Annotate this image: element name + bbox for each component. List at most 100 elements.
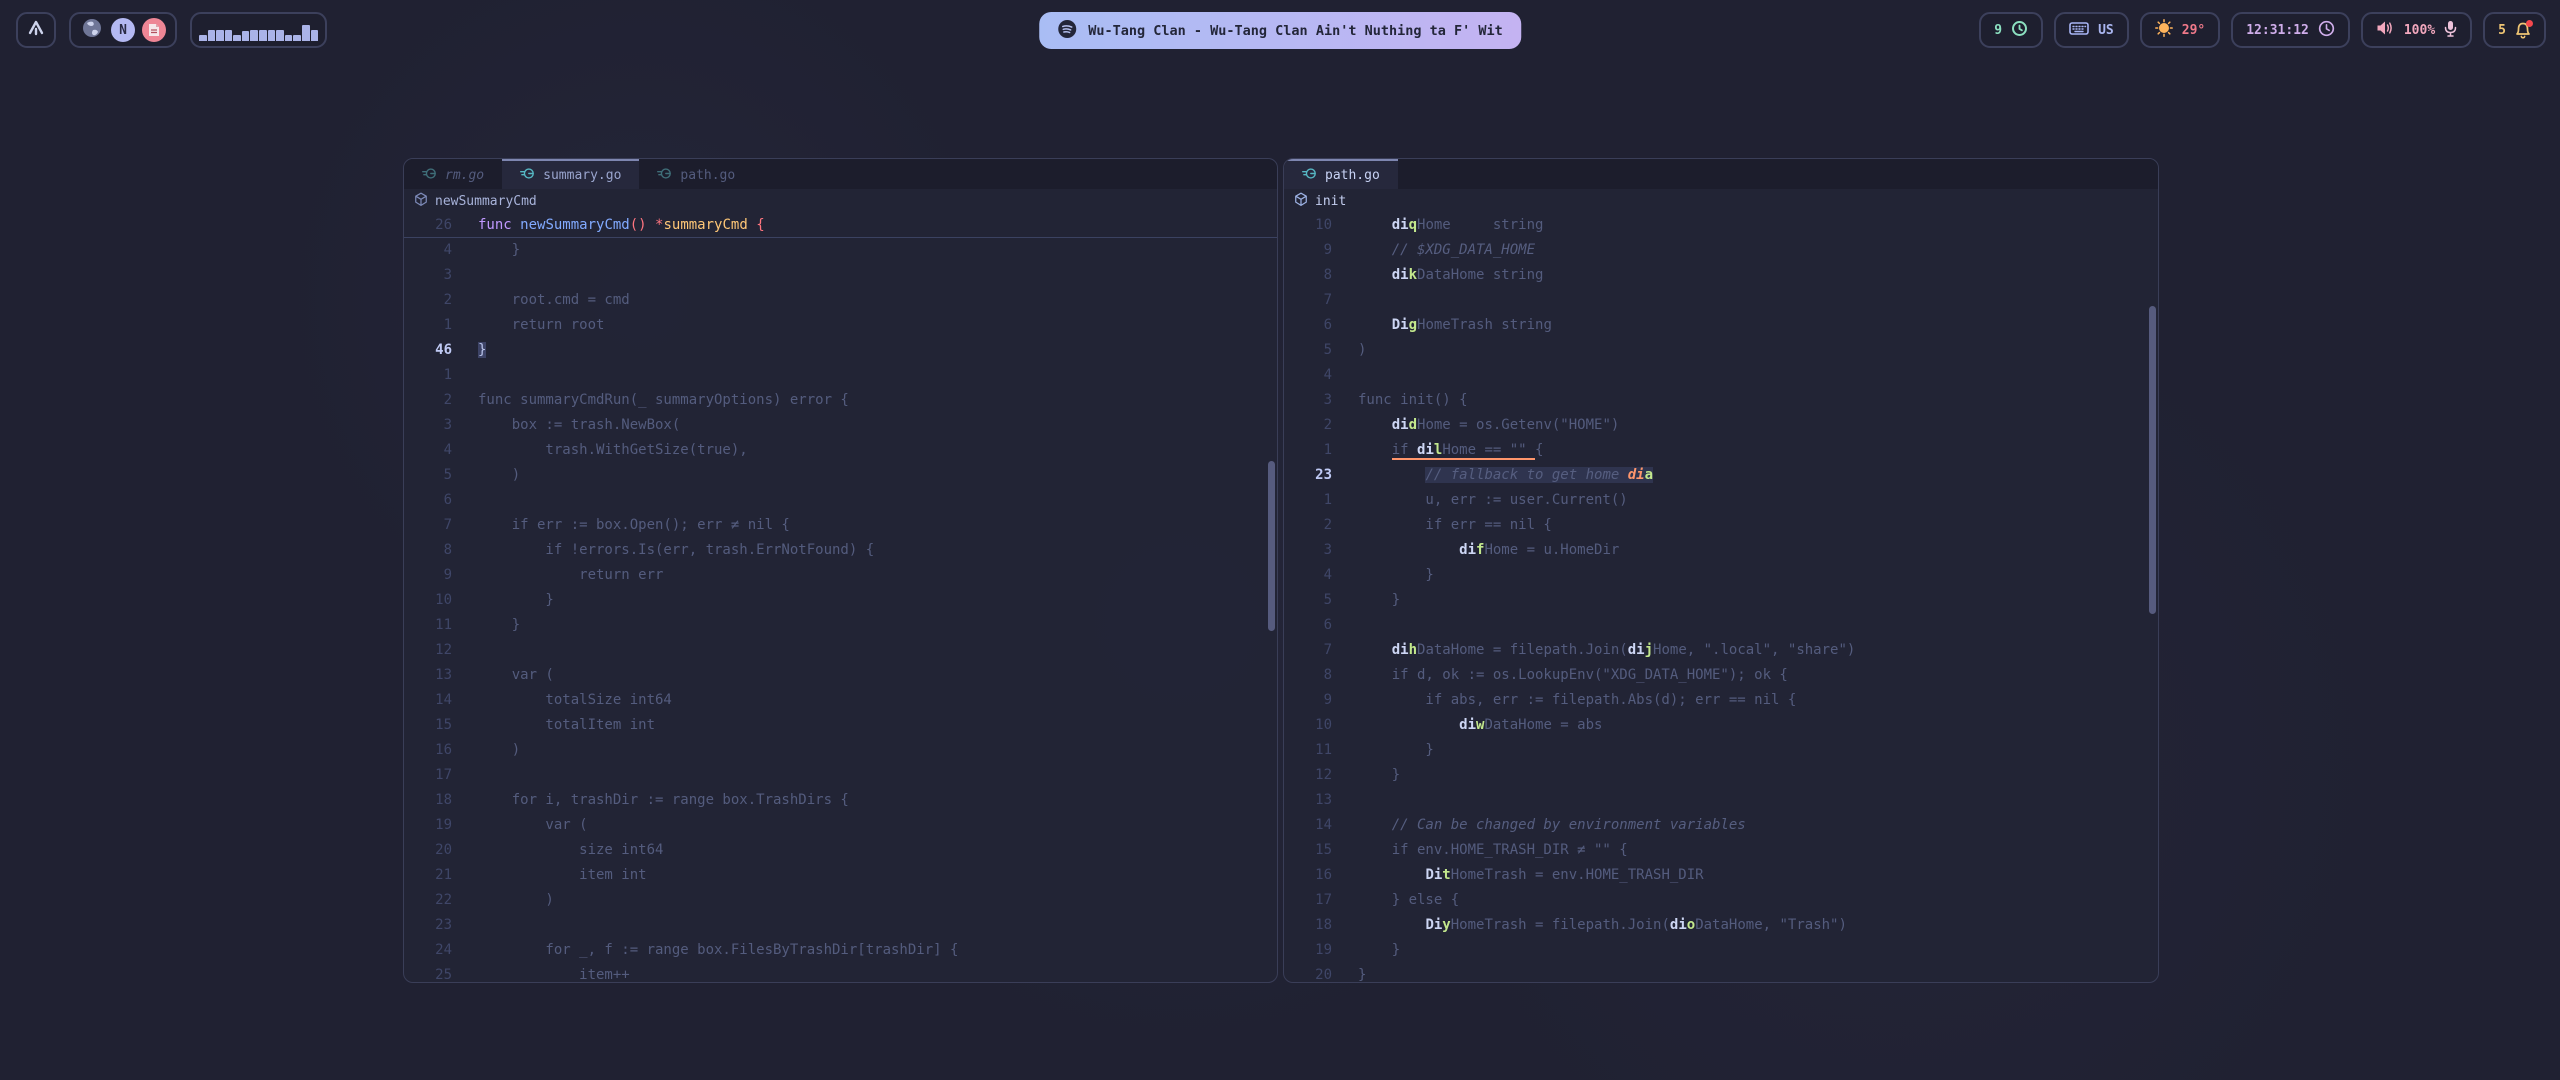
code-text: item++ bbox=[478, 963, 630, 983]
code-line[interactable]: 1 u, err := user.Current() bbox=[1284, 488, 2158, 513]
code-line[interactable]: 18 DiyHomeTrash = filepath.Join(dioDataH… bbox=[1284, 913, 2158, 938]
code-line[interactable]: 9 if abs, err := filepath.Abs(d); err ==… bbox=[1284, 688, 2158, 713]
code-line[interactable]: 20 size int64 bbox=[404, 838, 1277, 863]
sticky-context-line[interactable]: 26func newSummaryCmd() *summaryCmd { bbox=[404, 213, 1277, 238]
code-text: if env.HOME_TRASH_DIR ≠ "" { bbox=[1358, 838, 1628, 863]
code-line[interactable]: 11 } bbox=[1284, 738, 2158, 763]
notifications-widget[interactable]: 5 bbox=[2483, 12, 2546, 48]
tab-path.go[interactable]: path.go bbox=[1284, 159, 1398, 189]
code-line[interactable]: 12 bbox=[404, 638, 1277, 663]
document-icon[interactable] bbox=[142, 18, 166, 42]
scrollbar-thumb[interactable] bbox=[2149, 306, 2156, 614]
code-line[interactable]: 13 var ( bbox=[404, 663, 1277, 688]
tab-summary.go[interactable]: summary.go bbox=[502, 159, 639, 189]
code-line[interactable]: 4 } bbox=[1284, 563, 2158, 588]
keyboard-layout-widget[interactable]: US bbox=[2054, 12, 2129, 48]
code-line[interactable]: 3 difHome = u.HomeDir bbox=[1284, 538, 2158, 563]
code-line[interactable]: 10 diqHome string bbox=[1284, 213, 2158, 238]
code-line[interactable]: 3 box := trash.NewBox( bbox=[404, 413, 1277, 438]
code-line[interactable]: 25 item++ bbox=[404, 963, 1277, 983]
line-number: 18 bbox=[404, 788, 452, 813]
code-line[interactable]: 17 } else { bbox=[1284, 888, 2158, 913]
code-line[interactable]: 8 if !errors.Is(err, trash.ErrNotFound) … bbox=[404, 538, 1277, 563]
volume-label: 100% bbox=[2404, 23, 2435, 38]
code-text: box := trash.NewBox( bbox=[478, 413, 680, 438]
audio-widget[interactable]: 100% bbox=[2361, 12, 2472, 48]
code-line[interactable]: 2 didHome = os.Getenv("HOME") bbox=[1284, 413, 2158, 438]
breadcrumb-label: init bbox=[1315, 194, 1346, 209]
code-line[interactable]: 6 bbox=[1284, 613, 2158, 638]
code-line[interactable]: 10 } bbox=[404, 588, 1277, 613]
code-text: didHome = os.Getenv("HOME") bbox=[1358, 413, 1619, 438]
code-line[interactable]: 9 return err bbox=[404, 563, 1277, 588]
updates-count: 9 bbox=[1994, 23, 2002, 38]
code-line[interactable]: 6 DigHomeTrash string bbox=[1284, 313, 2158, 338]
code-line[interactable]: 19 var ( bbox=[404, 813, 1277, 838]
tab-path.go[interactable]: path.go bbox=[639, 159, 753, 189]
code-line[interactable]: 5) bbox=[1284, 338, 2158, 363]
line-number: 6 bbox=[1284, 313, 1332, 338]
notifications-count: 5 bbox=[2498, 23, 2506, 38]
code-line[interactable]: 19 } bbox=[1284, 938, 2158, 963]
code-line[interactable]: 15 totalItem int bbox=[404, 713, 1277, 738]
n-circle-icon[interactable]: N bbox=[111, 18, 135, 42]
code-text: root.cmd = cmd bbox=[478, 288, 630, 313]
code-line[interactable]: 17 bbox=[404, 763, 1277, 788]
code-line[interactable]: 4 bbox=[1284, 363, 2158, 388]
code-line[interactable]: 3 bbox=[404, 263, 1277, 288]
code-line[interactable]: 4 trash.WithGetSize(true), bbox=[404, 438, 1277, 463]
line-number: 5 bbox=[1284, 338, 1332, 363]
code-line[interactable]: 16 DitHomeTrash = env.HOME_TRASH_DIR bbox=[1284, 863, 2158, 888]
line-number: 25 bbox=[404, 963, 452, 983]
code-line[interactable]: 12 } bbox=[1284, 763, 2158, 788]
go-file-icon bbox=[520, 166, 535, 185]
code-line[interactable]: 7 bbox=[1284, 288, 2158, 313]
updates-widget[interactable]: 9 bbox=[1979, 12, 2043, 48]
code-line[interactable]: 14 totalSize int64 bbox=[404, 688, 1277, 713]
media-player-widget[interactable]: Wu-Tang Clan - Wu-Tang Clan Ain't Nuthin… bbox=[1039, 12, 1521, 49]
line-number: 19 bbox=[1284, 938, 1332, 963]
code-text: } bbox=[1358, 938, 1400, 963]
code-line[interactable]: 9 // $XDG_DATA_HOME bbox=[1284, 238, 2158, 263]
code-line[interactable]: 8 dikDataHome string bbox=[1284, 263, 2158, 288]
code-line[interactable]: 4 } bbox=[404, 238, 1277, 263]
code-line[interactable]: 11 } bbox=[404, 613, 1277, 638]
tab-rm.go[interactable]: rm.go bbox=[404, 159, 502, 189]
code-line[interactable]: 24 for _, f := range box.FilesByTrashDir… bbox=[404, 938, 1277, 963]
code-line[interactable]: 7 dihDataHome = filepath.Join(dijHome, "… bbox=[1284, 638, 2158, 663]
weather-widget[interactable]: 29° bbox=[2140, 12, 2220, 48]
code-line[interactable]: 5 ) bbox=[404, 463, 1277, 488]
code-line[interactable]: 46} bbox=[404, 338, 1277, 363]
code-line[interactable]: 2func summaryCmdRun(_ summaryOptions) er… bbox=[404, 388, 1277, 413]
app-launcher-button[interactable] bbox=[16, 12, 56, 48]
visualizer-bar bbox=[199, 35, 207, 41]
visualizer-bar bbox=[250, 30, 258, 41]
code-line[interactable]: 2 root.cmd = cmd bbox=[404, 288, 1277, 313]
code-line[interactable]: 3func init() { bbox=[1284, 388, 2158, 413]
code-line[interactable]: 22 ) bbox=[404, 888, 1277, 913]
editor-pane-right: path.go init 10 diqHome string9 // $XDG_DA… bbox=[1283, 158, 2159, 983]
code-line[interactable]: 23 // fallback to get home dia bbox=[1284, 463, 2158, 488]
code-line[interactable]: 18 for i, trashDir := range box.TrashDir… bbox=[404, 788, 1277, 813]
code-line[interactable]: 7 if err := box.Open(); err ≠ nil { bbox=[404, 513, 1277, 538]
code-line[interactable]: 20} bbox=[1284, 963, 2158, 983]
code-line[interactable]: 21 item int bbox=[404, 863, 1277, 888]
code-line[interactable]: 1 bbox=[404, 363, 1277, 388]
code-line[interactable]: 14 // Can be changed by environment vari… bbox=[1284, 813, 2158, 838]
code-line[interactable]: 6 bbox=[404, 488, 1277, 513]
breadcrumb-label: newSummaryCmd bbox=[435, 194, 537, 209]
clock-widget[interactable]: 12:31:12 bbox=[2231, 12, 2350, 48]
globe-icon[interactable] bbox=[80, 16, 104, 44]
code-line[interactable]: 13 bbox=[1284, 788, 2158, 813]
scrollbar-thumb[interactable] bbox=[1268, 461, 1275, 631]
code-line[interactable]: 8 if d, ok := os.LookupEnv("XDG_DATA_HOM… bbox=[1284, 663, 2158, 688]
code-line[interactable]: 1 return root bbox=[404, 313, 1277, 338]
code-line[interactable]: 1 if dilHome == "" { bbox=[1284, 438, 2158, 463]
code-line[interactable]: 15 if env.HOME_TRASH_DIR ≠ "" { bbox=[1284, 838, 2158, 863]
code-line[interactable]: 5 } bbox=[1284, 588, 2158, 613]
code-line[interactable]: 10 diwDataHome = abs bbox=[1284, 713, 2158, 738]
code-line[interactable]: 2 if err == nil { bbox=[1284, 513, 2158, 538]
code-line[interactable]: 16 ) bbox=[404, 738, 1277, 763]
code-text: size int64 bbox=[478, 838, 663, 863]
code-line[interactable]: 23 bbox=[404, 913, 1277, 938]
